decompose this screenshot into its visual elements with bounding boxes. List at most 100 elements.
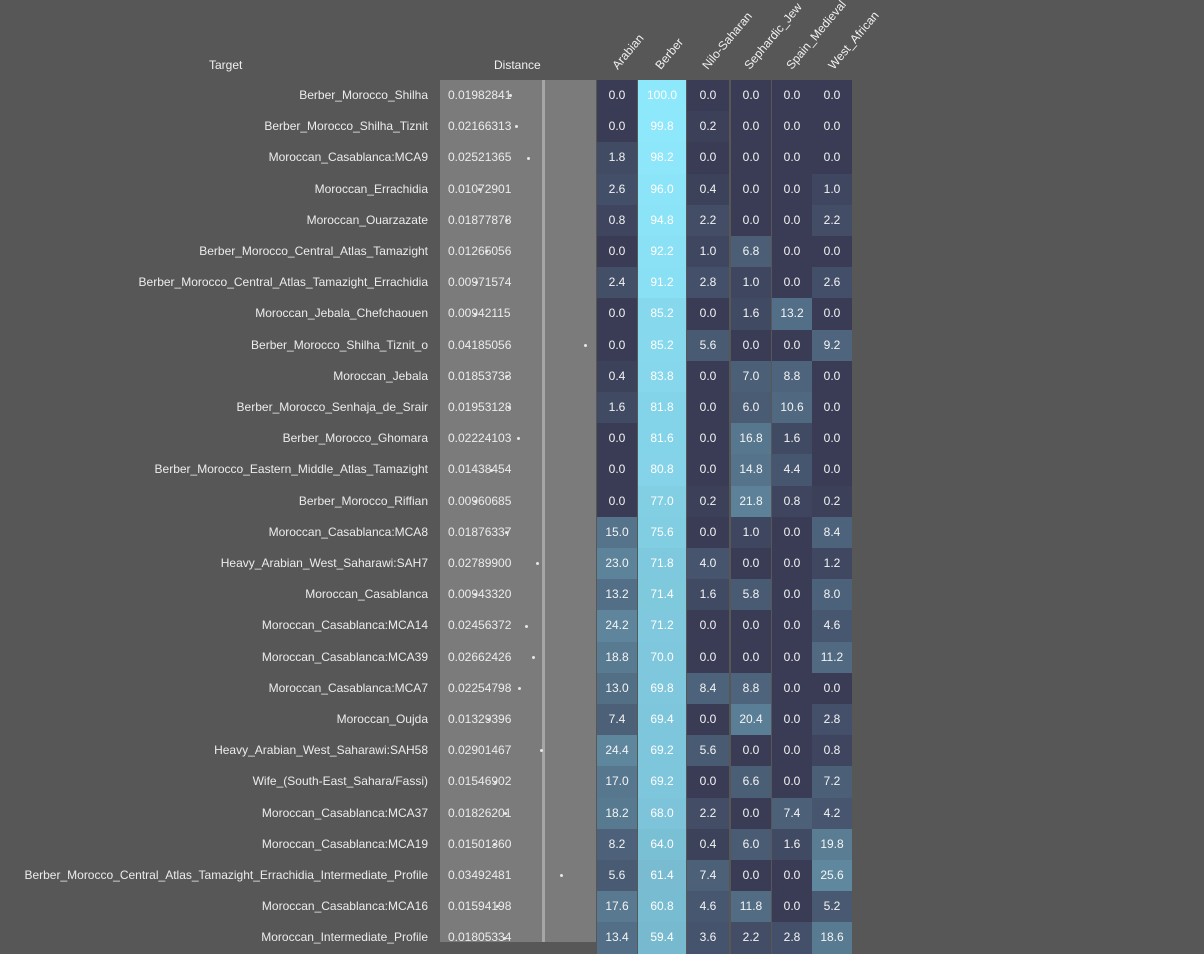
heat-cell-arabian: 0.0: [597, 485, 637, 517]
target-name[interactable]: Berber_Morocco_Senhaja_de_Srair: [237, 392, 428, 423]
heat-cell-sephardic-jew: 16.8: [731, 423, 771, 455]
heat-cell-west-african: 0.0: [812, 672, 852, 704]
distance-dot: [508, 94, 512, 98]
heat-cell-spain-medieval: 0.0: [772, 111, 812, 143]
heat-cell-west-african: 2.6: [812, 267, 852, 299]
target-name[interactable]: Wife_(South-East_Sahara/Fassi): [253, 766, 428, 797]
heat-cell-berber: 91.2: [638, 267, 686, 299]
heat-cell-sephardic-jew: 0.0: [731, 329, 771, 361]
target-name[interactable]: Moroccan_Jebala_Chefchaouen: [255, 298, 428, 329]
heat-cell-west-african: 0.0: [812, 298, 852, 330]
heat-cell-berber: 60.8: [638, 891, 686, 923]
heat-cell-berber: 69.2: [638, 766, 686, 798]
target-name[interactable]: Moroccan_Jebala: [333, 361, 428, 392]
heat-cell-spain-medieval: 0.0: [772, 329, 812, 361]
distance-dot: [474, 499, 478, 503]
target-name[interactable]: Moroccan_Errachidia: [315, 174, 428, 205]
heat-cell-sephardic-jew: 8.8: [731, 672, 771, 704]
distance-value: 0.01876337: [448, 524, 512, 539]
heat-cell-arabian: 13.0: [597, 672, 637, 704]
target-name[interactable]: Berber_Morocco_Ghomara: [283, 423, 428, 454]
heat-cell-spain-medieval: 0.0: [772, 173, 812, 205]
target-name[interactable]: Moroccan_Casablanca:MCA37: [262, 798, 428, 829]
target-name[interactable]: Moroccan_Casablanca: [305, 579, 428, 610]
distance-value: 0.03492481: [448, 868, 512, 882]
heat-cell-spain-medieval: 0.0: [772, 236, 812, 268]
distance-column-header[interactable]: Distance: [494, 58, 541, 72]
target-column-header[interactable]: Target: [209, 58, 242, 72]
distance-value: 0.00960685: [448, 493, 512, 508]
target-name[interactable]: Heavy_Arabian_West_Saharawi:SAH7: [221, 548, 428, 579]
target-name[interactable]: Moroccan_Casablanca:MCA9: [269, 142, 428, 173]
heat-cell-spain-medieval: 0.0: [772, 267, 812, 299]
target-name[interactable]: Moroccan_Intermediate_Profile: [261, 922, 428, 953]
heat-cell-west-african: 9.2: [812, 329, 852, 361]
distance-dot: [525, 624, 529, 628]
heat-cell-berber: 100.0: [638, 80, 686, 112]
heat-cell-nilo-saharan: 4.0: [687, 548, 729, 580]
distance-value: 0.01501360: [448, 836, 512, 851]
target-name[interactable]: Berber_Morocco_Central_Atlas_Tamazight_E…: [24, 860, 428, 891]
target-name[interactable]: Berber_Morocco_Shilha_Tiznit: [264, 111, 428, 142]
heat-cell-nilo-saharan: 0.2: [687, 111, 729, 143]
heat-cell-arabian: 0.0: [597, 236, 637, 268]
target-name[interactable]: Moroccan_Casablanca:MCA7: [269, 673, 428, 704]
heat-cell-nilo-saharan: 1.6: [687, 579, 729, 611]
heat-cell-arabian: 13.2: [597, 579, 637, 611]
heat-cell-berber: 61.4: [638, 860, 686, 892]
heat-cell-arabian: 24.4: [597, 735, 637, 767]
heat-cell-nilo-saharan: 5.6: [687, 329, 729, 361]
heat-cell-nilo-saharan: 0.2: [687, 485, 729, 517]
target-name[interactable]: Moroccan_Oujda: [337, 704, 428, 735]
target-name[interactable]: Berber_Morocco_Central_Atlas_Tamazight: [199, 236, 428, 267]
heat-cell-sephardic-jew: 14.8: [731, 454, 771, 486]
target-name[interactable]: Moroccan_Casablanca:MCA19: [262, 829, 428, 860]
heat-cell-nilo-saharan: 0.0: [687, 360, 729, 392]
heat-cell-west-african: 4.6: [812, 610, 852, 642]
heat-cell-sephardic-jew: 6.8: [731, 236, 771, 268]
heat-cell-nilo-saharan: 2.8: [687, 267, 729, 299]
heat-cell-west-african: 0.8: [812, 735, 852, 767]
target-name[interactable]: Heavy_Arabian_West_Saharawi:SAH58: [214, 735, 428, 766]
heat-cell-arabian: 17.0: [597, 766, 637, 798]
heat-cell-west-african: 1.2: [812, 548, 852, 580]
distance-value: 0.02521365: [448, 150, 512, 165]
target-name[interactable]: Berber_Morocco_Shilha_Tiznit_o: [251, 330, 428, 361]
target-name[interactable]: Berber_Morocco_Riffian: [299, 486, 428, 517]
heat-cell-spain-medieval: 7.4: [772, 797, 812, 829]
heat-cell-sephardic-jew: 0.0: [731, 142, 771, 174]
heat-cell-berber: 77.0: [638, 485, 686, 517]
target-name[interactable]: Berber_Morocco_Shilha: [299, 80, 428, 111]
distance-value: 0.02789900: [448, 556, 512, 570]
target-name[interactable]: Berber_Morocco_Eastern_Middle_Atlas_Tama…: [155, 454, 428, 485]
heat-cell-sephardic-jew: 0.0: [731, 610, 771, 642]
heat-cell-nilo-saharan: 3.6: [687, 922, 729, 954]
heat-cell-spain-medieval: 0.0: [772, 579, 812, 611]
heat-cell-sephardic-jew: 0.0: [731, 111, 771, 143]
distance-value: 0.01546902: [448, 774, 512, 789]
heat-cell-nilo-saharan: 0.0: [687, 423, 729, 455]
target-name[interactable]: Moroccan_Casablanca:MCA8: [269, 517, 428, 548]
heat-cell-sephardic-jew: 0.0: [731, 80, 771, 112]
heat-cell-spain-medieval: 1.6: [772, 423, 812, 455]
target-name[interactable]: Moroccan_Casablanca:MCA39: [262, 642, 428, 673]
target-name[interactable]: Moroccan_Casablanca:MCA16: [262, 891, 428, 922]
heat-cell-west-african: 2.2: [812, 204, 852, 236]
target-name[interactable]: Berber_Morocco_Central_Atlas_Tamazight_E…: [139, 267, 428, 298]
heat-cell-sephardic-jew: 20.4: [731, 704, 771, 736]
target-name[interactable]: Moroccan_Casablanca:MCA14: [262, 610, 428, 641]
column-header-berber[interactable]: Berber: [652, 35, 686, 72]
heat-cell-nilo-saharan: 0.0: [687, 80, 729, 112]
distance-value: 0.04185056: [448, 337, 512, 352]
heat-cell-west-african: 0.2: [812, 485, 852, 517]
target-name[interactable]: Moroccan_Ouarzazate: [307, 205, 428, 236]
heat-cell-nilo-saharan: 0.0: [687, 610, 729, 642]
distance-dot: [477, 187, 481, 191]
heat-cell-arabian: 13.4: [597, 922, 637, 954]
distance-dot: [507, 406, 511, 410]
heat-cell-berber: 70.0: [638, 641, 686, 673]
distance-dot: [494, 780, 498, 784]
column-header-arabian[interactable]: Arabian: [609, 31, 646, 72]
heat-cell-berber: 99.8: [638, 111, 686, 143]
distance-value: 0.01853733: [448, 368, 512, 383]
